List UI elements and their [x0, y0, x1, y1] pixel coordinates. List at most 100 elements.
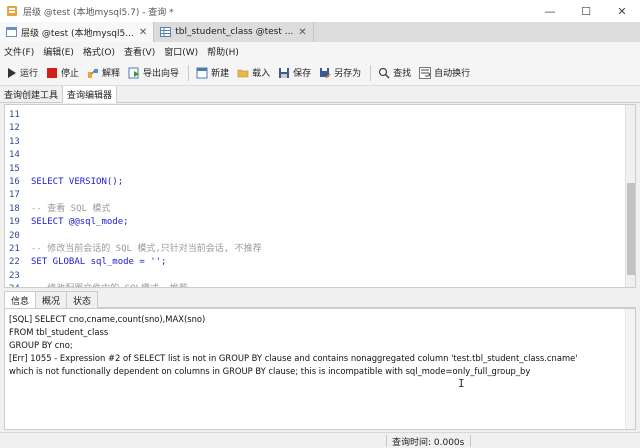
- code-text: -- 修改当前会话的 SQL 模式,只针对当前会话, 不推荐: [31, 244, 262, 254]
- line-number: 18: [9, 203, 20, 214]
- line-number: 13: [9, 136, 20, 147]
- explain-button[interactable]: 解释: [84, 62, 123, 84]
- tab-status[interactable]: 状态: [66, 291, 99, 308]
- save-button[interactable]: 保存: [275, 62, 314, 84]
- code-text: -- 修改配置文件中的 SQL模式, 推荐: [31, 284, 188, 287]
- text-cursor-icon: I: [458, 377, 465, 390]
- menu-file[interactable]: 文件(F): [4, 45, 34, 58]
- line-number: 17: [9, 190, 20, 201]
- line-number: 21: [9, 244, 20, 254]
- load-button[interactable]: 载入: [234, 62, 273, 84]
- title-bar: 层级 @test (本地mysql5.7) - 查询 * — ☐ ✕: [0, 0, 640, 22]
- status-separator: [386, 435, 387, 447]
- find-button[interactable]: 查找: [375, 62, 414, 84]
- line-number: 19: [9, 217, 20, 228]
- menu-format[interactable]: 格式(O): [83, 45, 115, 58]
- auto-wrap-label: 自动换行: [434, 69, 471, 79]
- new-icon: [196, 67, 208, 79]
- code-text: -- 查看 SQL 模式: [31, 203, 111, 214]
- run-label: 运行: [20, 69, 39, 79]
- tab-table[interactable]: tbl_student_class @test ... ✕: [154, 22, 314, 42]
- status-separator: [470, 435, 471, 447]
- tab-messages[interactable]: 信息: [4, 291, 37, 308]
- new-button[interactable]: 新建: [193, 62, 232, 84]
- search-icon: [378, 67, 390, 79]
- code-line: 23: [5, 270, 605, 283]
- window-title: 层级 @test (本地mysql5.7) - 查询 *: [23, 7, 174, 18]
- save-as-label: 另存为: [334, 69, 362, 79]
- menu-window[interactable]: 窗口(W): [164, 45, 198, 58]
- stop-label: 停止: [61, 69, 80, 79]
- export-wizard-label: 导出向导: [143, 69, 180, 79]
- auto-wrap-button[interactable]: 自动换行: [416, 62, 473, 84]
- line-number: 20: [9, 230, 20, 241]
- line-number: 12: [9, 123, 20, 134]
- query-tab-icon: [6, 27, 17, 37]
- line-number: 16: [9, 177, 20, 187]
- run-button[interactable]: 运行: [2, 62, 41, 84]
- minimize-button[interactable]: —: [532, 0, 568, 22]
- run-icon: [5, 67, 17, 79]
- load-label: 载入: [252, 69, 271, 79]
- error-message-line: which is not functionally dependent on c…: [9, 366, 531, 376]
- close-tab-icon[interactable]: ✕: [298, 27, 306, 38]
- scrollbar-thumb[interactable]: [627, 183, 635, 275]
- tab-label: tbl_student_class @test ...: [175, 27, 294, 37]
- code-text: SET GLOBAL sql_mode = '';: [31, 257, 167, 268]
- stop-button[interactable]: 停止: [43, 62, 82, 84]
- editor-vertical-scrollbar[interactable]: [625, 105, 635, 287]
- code-line: 21 -- 修改当前会话的 SQL 模式,只针对当前会话, 不推荐: [5, 243, 605, 256]
- menu-help[interactable]: 帮助(H): [207, 45, 239, 58]
- code-line: 20: [5, 230, 605, 243]
- code-text: SELECT @@sql_mode;: [31, 217, 129, 228]
- tab-query-editor[interactable]: 查询编辑器: [63, 86, 118, 103]
- error-message-line: [Err] 1055 - Expression #2 of SELECT lis…: [9, 353, 578, 363]
- code-line: 13: [5, 136, 605, 149]
- explain-icon: [87, 67, 99, 79]
- message-line: GROUP BY cno;: [9, 340, 73, 350]
- line-number: 14: [9, 150, 20, 161]
- menu-view[interactable]: 查看(V): [124, 45, 155, 58]
- code-line: 17: [5, 189, 605, 202]
- tab-profile[interactable]: 概况: [35, 291, 68, 308]
- line-number: 24: [5, 283, 31, 287]
- sql-editor[interactable]: 11 12 13 14 15 16 SELECT VERSION(); 17 18 -- 查看 S…: [4, 104, 636, 288]
- explain-label: 解释: [102, 69, 121, 79]
- message-line: [SQL] SELECT cno,cname,count(sno),MAX(sn…: [9, 314, 206, 324]
- toolbar: 运行 停止 解释 导出向导 新建 载入 保存 另存为 查找 自动换行: [0, 60, 640, 86]
- status-bar: 查询时间: 0.000s: [0, 432, 640, 448]
- export-icon: [128, 67, 140, 79]
- line-number: 11: [9, 110, 20, 120]
- save-as-button[interactable]: 另存为: [316, 62, 364, 84]
- find-label: 查找: [393, 69, 412, 79]
- result-tabs: 信息 概况 状态: [4, 291, 636, 308]
- table-tab-icon: [160, 27, 172, 37]
- toolbar-separator: [188, 64, 190, 81]
- save-label: 保存: [293, 69, 312, 79]
- stop-icon: [46, 67, 58, 79]
- message-vertical-scrollbar[interactable]: [625, 309, 635, 429]
- message-line: FROM tbl_student_class: [9, 327, 109, 337]
- close-tab-icon[interactable]: ✕: [139, 27, 147, 38]
- maximize-button[interactable]: ☐: [568, 0, 604, 22]
- word-wrap-icon: [419, 66, 432, 79]
- tab-query[interactable]: 层级 @test (本地mysql5... ✕: [0, 22, 155, 42]
- line-number: 23: [9, 270, 20, 281]
- window-controls: — ☐ ✕: [532, 0, 640, 22]
- tab-query-builder[interactable]: 查询创建工具: [0, 86, 64, 103]
- tab-label: 层级 @test (本地mysql5...: [21, 28, 134, 39]
- query-time: 查询时间: 0.000s: [392, 438, 465, 448]
- code-line: 22 SET GLOBAL sql_mode = '';: [5, 256, 605, 269]
- menu-edit[interactable]: 编辑(E): [43, 45, 74, 58]
- close-window-button[interactable]: ✕: [604, 0, 640, 22]
- document-tab-bar: 层级 @test (本地mysql5... ✕ tbl_student_clas…: [0, 22, 640, 42]
- line-number: 22: [9, 257, 20, 268]
- code-line: 16 SELECT VERSION();: [5, 176, 605, 189]
- code-line: 14: [5, 149, 605, 162]
- menu-bar: 文件(F) 编辑(E) 格式(O) 查看(V) 窗口(W) 帮助(H): [0, 42, 640, 60]
- code-line: 15: [5, 163, 605, 176]
- editor-mode-tabs: 查询创建工具 查询编辑器: [0, 86, 640, 103]
- folder-icon: [237, 67, 249, 79]
- save-icon: [278, 67, 290, 79]
- export-wizard-button[interactable]: 导出向导: [125, 62, 182, 84]
